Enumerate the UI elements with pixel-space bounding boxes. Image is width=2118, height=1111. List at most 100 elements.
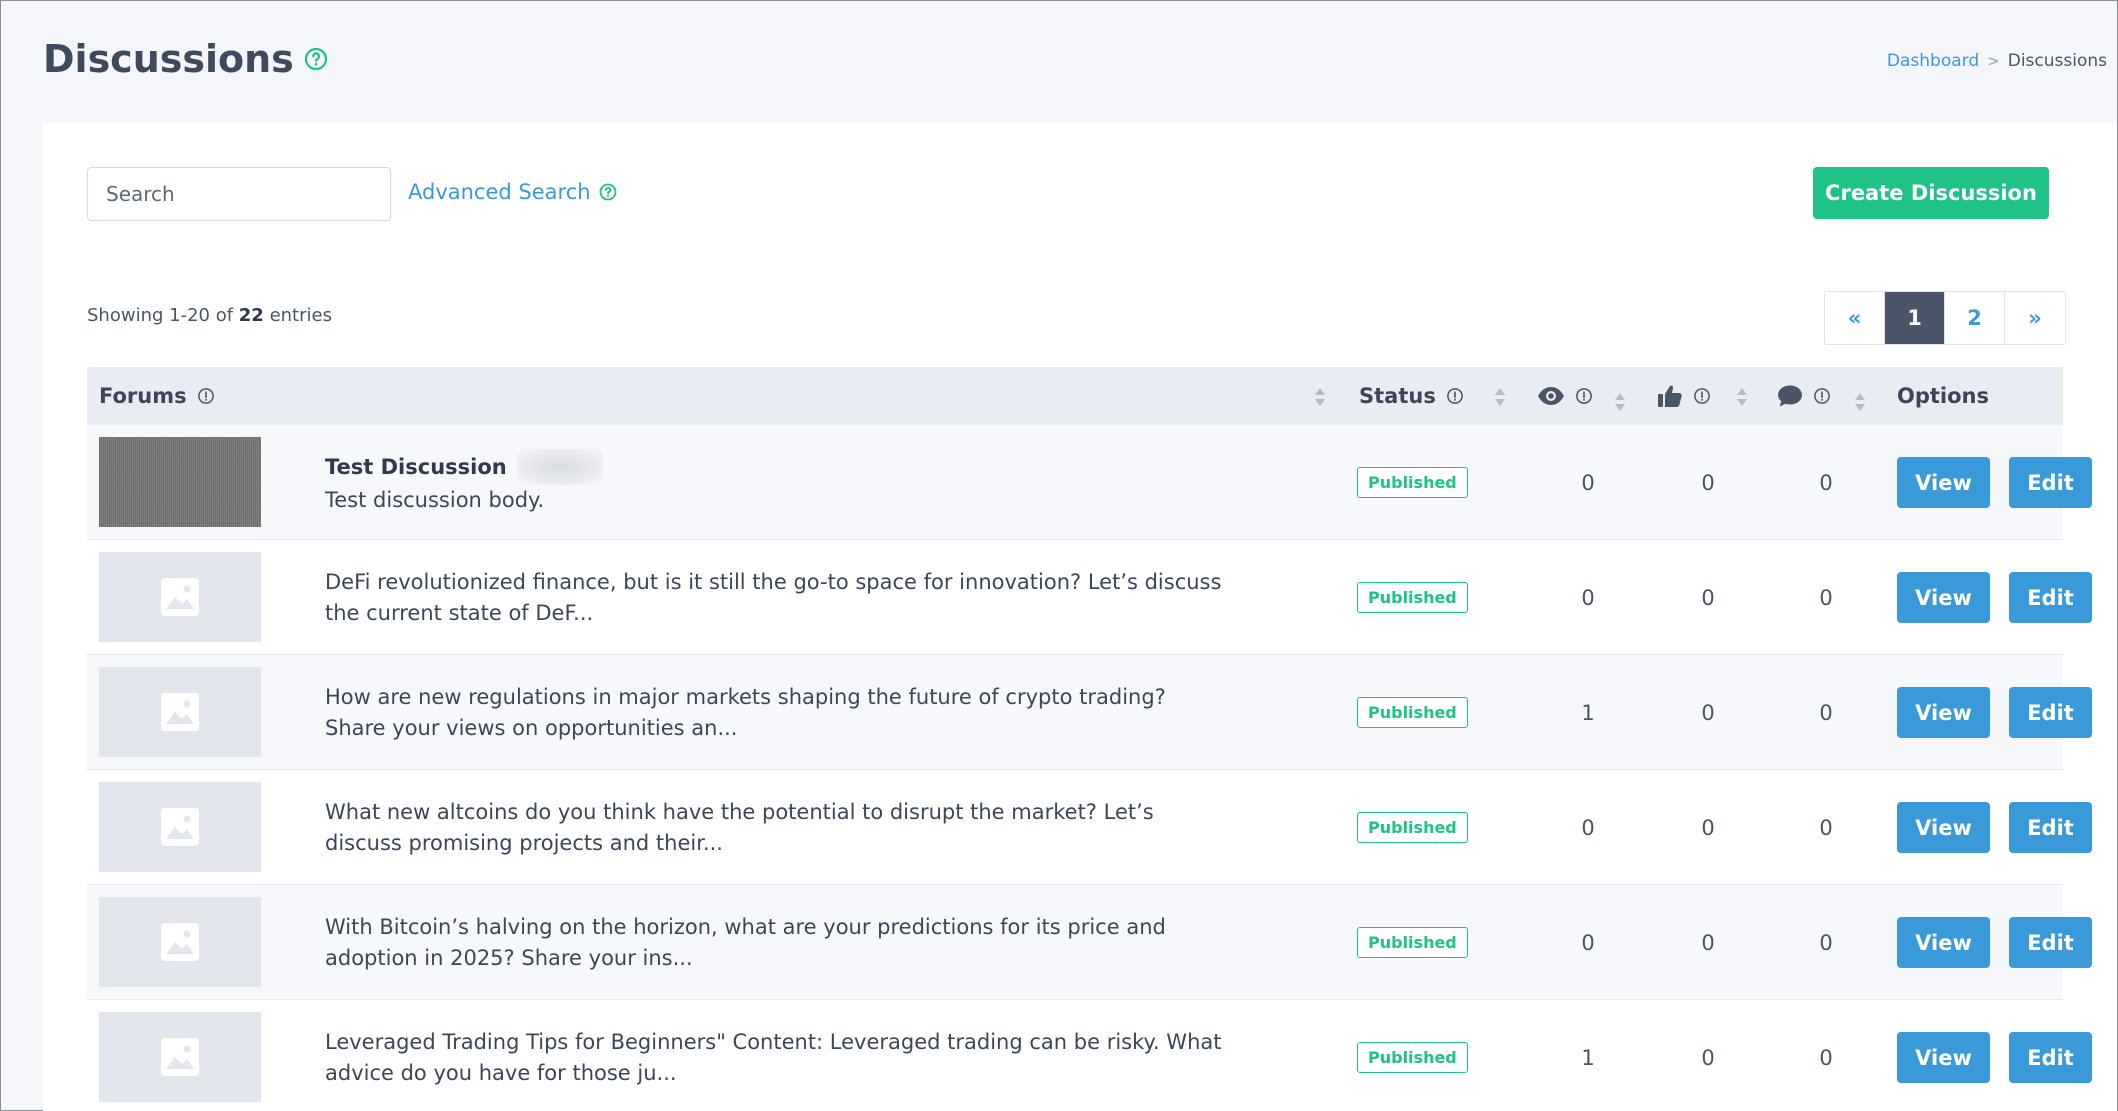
discussion-cell: DeFi revolutionized finance, but is it s…	[325, 540, 1225, 655]
edit-button[interactable]: Edit	[2009, 802, 2092, 853]
discussion-thumbnail	[99, 437, 261, 527]
edit-button[interactable]: Edit	[2009, 917, 2092, 968]
entries-summary-suffix: entries	[263, 305, 332, 326]
info-icon[interactable]	[1575, 387, 1593, 405]
entries-summary-prefix: Showing 1-20 of	[87, 305, 239, 326]
discussion-body: What new altcoins do you think have the …	[325, 799, 1154, 855]
table-row: What new altcoins do you think have the …	[87, 770, 2092, 885]
status-badge: Published	[1357, 927, 1468, 958]
page-title-text: Discussions	[43, 37, 294, 81]
breadcrumb-current: Discussions	[2007, 51, 2107, 71]
view-button[interactable]: View	[1897, 802, 1990, 853]
likes-count: 0	[1701, 815, 1715, 840]
status-badge: Published	[1357, 467, 1468, 498]
info-icon[interactable]	[1446, 387, 1464, 405]
comments-count: 0	[1819, 585, 1833, 610]
create-discussion-button[interactable]: Create Discussion	[1813, 167, 2049, 219]
likes-count: 0	[1701, 700, 1715, 725]
comments-count: 0	[1819, 470, 1833, 495]
column-options: Options	[1897, 367, 1989, 425]
discussion-body: How are new regulations in major markets…	[325, 684, 1166, 740]
views-count: 1	[1581, 700, 1595, 725]
views-count: 0	[1581, 815, 1595, 840]
image-placeholder-icon	[161, 923, 199, 961]
view-button[interactable]: View	[1897, 572, 1990, 623]
table-body: Test Discussion Test discussion body. Pu…	[87, 425, 2092, 1111]
help-circle-icon[interactable]	[304, 47, 328, 71]
image-placeholder-icon	[161, 693, 199, 731]
page-header: Discussions Dashboard > Discussions	[1, 1, 2117, 121]
status-badge: Published	[1357, 812, 1468, 843]
discussion-body: Test discussion body.	[325, 488, 545, 512]
comments-count: 0	[1819, 815, 1833, 840]
edit-button[interactable]: Edit	[2009, 687, 2092, 738]
sort-icon[interactable]	[1313, 386, 1327, 408]
breadcrumb-separator: >	[1987, 52, 2000, 70]
blurred-tag	[516, 449, 603, 485]
comments-count: 0	[1819, 700, 1833, 725]
discussion-cell: How are new regulations in major markets…	[325, 655, 1225, 770]
views-count: 0	[1581, 585, 1595, 610]
info-icon[interactable]	[197, 387, 215, 405]
views-count: 0	[1581, 930, 1595, 955]
discussions-card: Advanced Search Create Discussion Showin…	[43, 123, 2117, 1111]
column-views[interactable]	[1537, 367, 1593, 425]
sort-icon[interactable]	[1853, 391, 1867, 413]
discussion-body: DeFi revolutionized finance, but is it s…	[325, 569, 1222, 625]
table-row: With Bitcoin’s halving on the horizon, w…	[87, 885, 2092, 1000]
discussion-cell: Test Discussion Test discussion body.	[325, 425, 1225, 540]
view-button[interactable]: View	[1897, 687, 1990, 738]
image-placeholder-icon	[161, 808, 199, 846]
breadcrumb: Dashboard > Discussions	[1887, 51, 2107, 71]
column-forums[interactable]: Forums	[99, 367, 215, 425]
info-icon[interactable]	[1813, 387, 1831, 405]
breadcrumb-dashboard-link[interactable]: Dashboard	[1887, 51, 1979, 71]
column-comments[interactable]	[1777, 367, 1831, 425]
likes-count: 0	[1701, 585, 1715, 610]
column-status[interactable]: Status	[1359, 367, 1464, 425]
discussion-title[interactable]: Test Discussion	[325, 449, 1225, 485]
comments-count: 0	[1819, 930, 1833, 955]
sort-icon[interactable]	[1613, 391, 1627, 413]
edit-button[interactable]: Edit	[2009, 457, 2092, 508]
discussion-title-text: Test Discussion	[325, 454, 507, 479]
table-row: DeFi revolutionized finance, but is it s…	[87, 540, 2092, 655]
table-row: Test Discussion Test discussion body. Pu…	[87, 425, 2092, 540]
entries-total: 22	[238, 305, 264, 326]
table-row: Leveraged Trading Tips for Beginners" Co…	[87, 1000, 2092, 1111]
pagination-next[interactable]: »	[2005, 292, 2065, 344]
pagination: « 1 2 »	[1824, 291, 2066, 345]
discussion-body: With Bitcoin’s halving on the horizon, w…	[325, 914, 1166, 970]
likes-count: 0	[1701, 1045, 1715, 1070]
column-likes[interactable]	[1657, 367, 1711, 425]
edit-button[interactable]: Edit	[2009, 572, 2092, 623]
sort-icon[interactable]	[1493, 386, 1507, 408]
help-circle-icon[interactable]	[599, 183, 617, 201]
eye-icon	[1538, 387, 1564, 405]
pagination-page-1[interactable]: 1	[1885, 292, 1945, 344]
status-badge: Published	[1357, 582, 1468, 613]
discussion-thumbnail	[99, 667, 261, 757]
pagination-prev[interactable]: «	[1825, 292, 1885, 344]
discussion-cell: What new altcoins do you think have the …	[325, 770, 1225, 885]
status-badge: Published	[1357, 697, 1468, 728]
comments-count: 0	[1819, 1045, 1833, 1070]
image-placeholder-icon	[161, 578, 199, 616]
sort-icon[interactable]	[1735, 386, 1749, 408]
entries-summary: Showing 1-20 of 22 entries	[87, 305, 332, 326]
search-input[interactable]	[87, 167, 391, 221]
discussion-cell: With Bitcoin’s halving on the horizon, w…	[325, 885, 1225, 1000]
table-header: Forums Status Options	[87, 367, 2063, 425]
advanced-search-link[interactable]: Advanced Search	[408, 180, 617, 204]
view-button[interactable]: View	[1897, 457, 1990, 508]
comment-icon	[1778, 385, 1802, 407]
view-button[interactable]: View	[1897, 1032, 1990, 1083]
views-count: 0	[1581, 470, 1595, 495]
discussion-thumbnail	[99, 1012, 261, 1102]
pagination-page-2[interactable]: 2	[1945, 292, 2005, 344]
discussion-thumbnail	[99, 782, 261, 872]
column-status-label: Status	[1359, 384, 1436, 408]
info-icon[interactable]	[1693, 387, 1711, 405]
edit-button[interactable]: Edit	[2009, 1032, 2092, 1083]
view-button[interactable]: View	[1897, 917, 1990, 968]
